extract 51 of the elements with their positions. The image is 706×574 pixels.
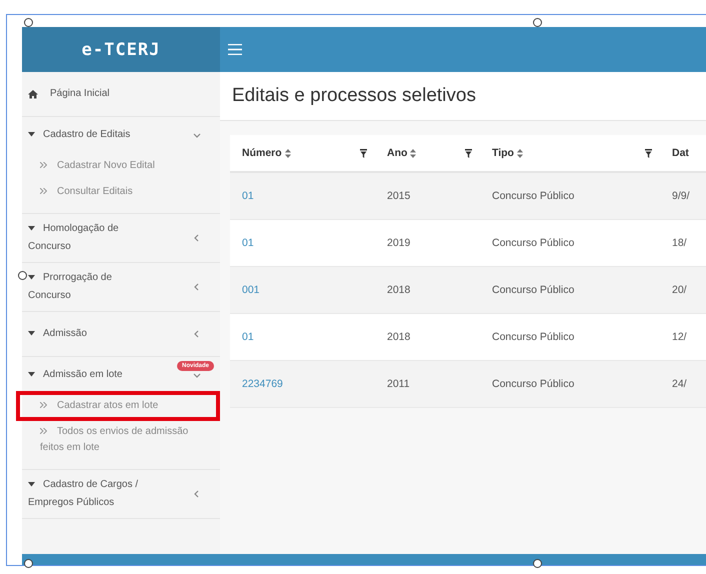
nav-group[interactable]: Homologação de Concurso: [28, 220, 146, 256]
caret-icon: [28, 274, 35, 280]
filter-icon[interactable]: [465, 148, 472, 158]
record-link[interactable]: 01: [242, 331, 254, 343]
double-chevron-icon: [40, 402, 47, 408]
table-cell: 2019: [387, 237, 410, 249]
table-cell: 9/9/: [672, 190, 690, 202]
nav-group[interactable]: Cadastro de Editais: [28, 126, 146, 144]
resize-handle[interactable]: [533, 559, 542, 568]
column-header[interactable]: Tipo: [492, 147, 514, 159]
nav-group[interactable]: Admissão em lote: [28, 366, 146, 384]
table-cell: 24/: [672, 378, 687, 390]
filter-icon[interactable]: [360, 148, 367, 158]
caret-icon: [28, 226, 35, 231]
table-cell: 2018: [387, 331, 410, 343]
sort-icon[interactable]: [284, 148, 291, 158]
app-logo: e-TCERJ: [22, 27, 220, 72]
home-icon: [28, 89, 38, 99]
double-chevron-icon: [40, 428, 47, 434]
caret-icon: [28, 482, 35, 487]
table-cell: Concurso Público: [492, 378, 574, 390]
table-cell: 18/: [672, 237, 687, 249]
table-cell: Concurso Público: [492, 331, 574, 343]
resize-handle[interactable]: [18, 271, 27, 280]
resize-handle[interactable]: [24, 559, 33, 568]
table-cell: Concurso Público: [492, 284, 574, 296]
double-chevron-icon: [40, 188, 47, 194]
table-cell: Concurso Público: [492, 237, 574, 249]
table-cell: 2018: [387, 284, 410, 296]
double-chevron-icon: [40, 162, 47, 168]
table-cell: Concurso Público: [492, 190, 574, 202]
page-title: Editais e processos seletivos: [232, 85, 476, 107]
menu-icon[interactable]: [228, 44, 242, 55]
caret-icon: [28, 372, 35, 377]
column-header[interactable]: Número: [242, 147, 282, 159]
table-cell: 20/: [672, 284, 687, 296]
nav-link[interactable]: Página Inicial: [50, 85, 168, 103]
table-cell: 12/: [672, 331, 687, 343]
table-cell: 2015: [387, 190, 410, 202]
caret-icon: [28, 132, 35, 137]
nav-group[interactable]: Admissão: [28, 325, 146, 343]
nav-group[interactable]: Prorrogação de Concurso: [28, 269, 146, 305]
filter-icon[interactable]: [645, 148, 652, 158]
table-cell: 2011: [387, 378, 410, 390]
column-header[interactable]: Dat: [672, 147, 689, 159]
caret-icon: [28, 330, 35, 336]
column-header[interactable]: Ano: [387, 147, 408, 159]
record-link[interactable]: 01: [242, 237, 254, 249]
nav-group[interactable]: Cadastro de Cargos / Empregos Públicos: [28, 476, 146, 512]
sort-icon[interactable]: [516, 148, 523, 158]
sort-icon[interactable]: [410, 148, 416, 158]
